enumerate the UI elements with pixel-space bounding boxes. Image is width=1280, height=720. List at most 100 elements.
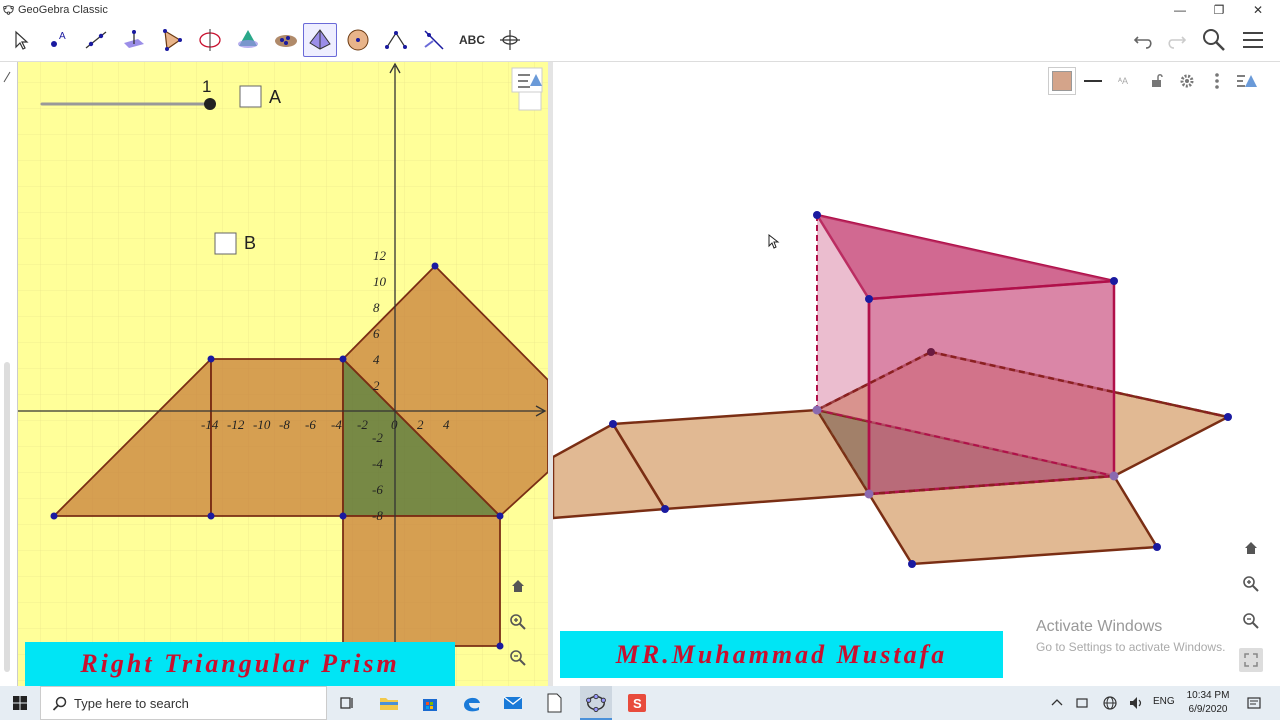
- graphics-3d-canvas[interactable]: [553, 62, 1280, 686]
- text-tool-button[interactable]: ABC: [455, 23, 489, 57]
- net-vertex[interactable]: [207, 355, 215, 363]
- network-button[interactable]: [1098, 691, 1122, 715]
- zoom-out-button[interactable]: [506, 646, 530, 670]
- intersect-tool-button[interactable]: [231, 23, 265, 57]
- graphics-style-bar-toggle-lower: [518, 91, 542, 111]
- checkbox-a[interactable]: [239, 85, 262, 108]
- task-view-button[interactable]: [335, 691, 359, 715]
- vertex-3d[interactable]: [1224, 413, 1232, 421]
- close-button[interactable]: ✕: [1238, 0, 1278, 20]
- system-clock[interactable]: 10:34 PM 6/9/2020: [1180, 689, 1236, 717]
- title-banner: Right Triangular Prism: [25, 642, 455, 686]
- 3d-style-bar-toggle[interactable]: [1232, 67, 1262, 95]
- color-picker-button[interactable]: [1048, 67, 1076, 95]
- checkbox-b[interactable]: [214, 232, 237, 255]
- checkbox-b-label: B: [244, 233, 256, 253]
- prism-front-face[interactable]: [867, 279, 1116, 496]
- circle-axis-tool-button[interactable]: [193, 23, 227, 57]
- minimize-button[interactable]: —: [1160, 0, 1200, 20]
- prism-3d: [814, 213, 1229, 496]
- rotate-view-icon: [500, 30, 520, 50]
- angle-tool-button[interactable]: [379, 23, 413, 57]
- task-view-icon: [340, 697, 353, 709]
- line-tool-button[interactable]: [79, 23, 113, 57]
- graphics-view-2d[interactable]: -14 -12 -10 -8 -6 -4 -2 0 2 4 12 10 8 6 4 2 -2 -4 -6 -8 1 …: [18, 62, 548, 686]
- svg-text:A: A: [59, 31, 66, 42]
- restore-button[interactable]: ❐: [1199, 0, 1239, 20]
- polygon-tool-button[interactable]: [155, 23, 189, 57]
- edge-browser-button[interactable]: [460, 691, 484, 715]
- show-hidden-icons-button[interactable]: [1045, 691, 1069, 715]
- clock-date: 6/9/2020: [1188, 704, 1228, 715]
- vertex-3d[interactable]: [1153, 543, 1161, 551]
- point-tool-button[interactable]: A: [41, 23, 75, 57]
- move-tool-button[interactable]: [3, 23, 37, 57]
- graphics-view-3d[interactable]: [553, 62, 1280, 686]
- slider-value: 1: [202, 77, 211, 96]
- net-bottom-rectangle[interactable]: [342, 515, 501, 647]
- slider-handle[interactable]: [204, 98, 216, 110]
- notification-icon: [1247, 697, 1261, 709]
- main-menu-button[interactable]: [1238, 25, 1268, 55]
- rotate-view-tool-button[interactable]: [493, 23, 527, 57]
- circle-axis-icon: [199, 29, 221, 51]
- vertex-3d[interactable]: [1109, 471, 1119, 481]
- 3d-zoom-out-button[interactable]: [1239, 609, 1263, 633]
- net-middle-rectangle[interactable]: [210, 358, 344, 517]
- vertex-3d[interactable]: [865, 295, 873, 303]
- file-explorer-button[interactable]: [377, 691, 401, 715]
- net-vertex[interactable]: [50, 512, 58, 520]
- pyramid-icon: [309, 29, 331, 50]
- zoom-in-button[interactable]: [506, 610, 530, 634]
- plane-tool-button[interactable]: [269, 23, 303, 57]
- action-center-button[interactable]: [1242, 691, 1266, 715]
- vertex-3d[interactable]: [927, 348, 935, 356]
- vertex-3d[interactable]: [813, 211, 821, 219]
- undo-button[interactable]: [1129, 25, 1159, 55]
- store-button[interactable]: [418, 691, 442, 715]
- start-button[interactable]: [8, 691, 32, 715]
- graphics-2d-canvas[interactable]: -14 -12 -10 -8 -6 -4 -2 0 2 4 12108642-2-4-6-8 1 …: [18, 62, 548, 686]
- net-vertex[interactable]: [431, 262, 439, 270]
- algebra-view-collapsed[interactable]: [0, 62, 18, 686]
- net-vertex[interactable]: [207, 512, 215, 520]
- plane-points-icon: [275, 35, 297, 47]
- vertex-3d[interactable]: [661, 505, 669, 513]
- vertex-3d[interactable]: [908, 560, 916, 568]
- search-button[interactable]: [1199, 25, 1229, 55]
- x-tick-label: 4: [443, 417, 450, 432]
- input-language[interactable]: ENG: [1153, 696, 1175, 707]
- vertex-3d[interactable]: [609, 420, 617, 428]
- taskbar-search-box[interactable]: Type here to search: [40, 686, 327, 720]
- label-style-button[interactable]: ᴬA: [1108, 67, 1138, 95]
- vertex-3d[interactable]: [864, 489, 874, 499]
- mail-button[interactable]: [501, 691, 525, 715]
- left-scrollbar[interactable]: [4, 362, 10, 672]
- net-vertex[interactable]: [339, 355, 347, 363]
- geogebra-taskbar-button[interactable]: [580, 686, 612, 720]
- 3d-standard-view-button[interactable]: [1239, 536, 1263, 560]
- power-status-button[interactable]: [1071, 691, 1095, 715]
- redo-button[interactable]: [1161, 25, 1191, 55]
- document-app-button[interactable]: [542, 691, 566, 715]
- settings-button[interactable]: [1172, 67, 1202, 95]
- perpendicular-line-tool-button[interactable]: [117, 23, 151, 57]
- line-style-button[interactable]: [1078, 67, 1108, 95]
- vertex-3d[interactable]: [812, 405, 822, 415]
- pyramid-tool-button[interactable]: [303, 23, 337, 57]
- net-vertex[interactable]: [496, 642, 504, 650]
- lock-button[interactable]: [1142, 67, 1172, 95]
- 3d-zoom-in-button[interactable]: [1239, 572, 1263, 596]
- sphere-tool-button[interactable]: [341, 23, 375, 57]
- net-vertex[interactable]: [339, 512, 347, 520]
- net-vertex[interactable]: [496, 512, 504, 520]
- volume-button[interactable]: [1124, 691, 1148, 715]
- standard-view-button[interactable]: [506, 574, 530, 598]
- vertex-3d[interactable]: [1110, 277, 1118, 285]
- search-icon: [52, 696, 67, 711]
- reflect-tool-button[interactable]: [417, 23, 451, 57]
- more-options-button[interactable]: [1202, 67, 1232, 95]
- presentation-app-button[interactable]: S: [625, 691, 649, 715]
- angle-icon: [385, 31, 407, 49]
- fullscreen-button[interactable]: [1239, 648, 1263, 672]
